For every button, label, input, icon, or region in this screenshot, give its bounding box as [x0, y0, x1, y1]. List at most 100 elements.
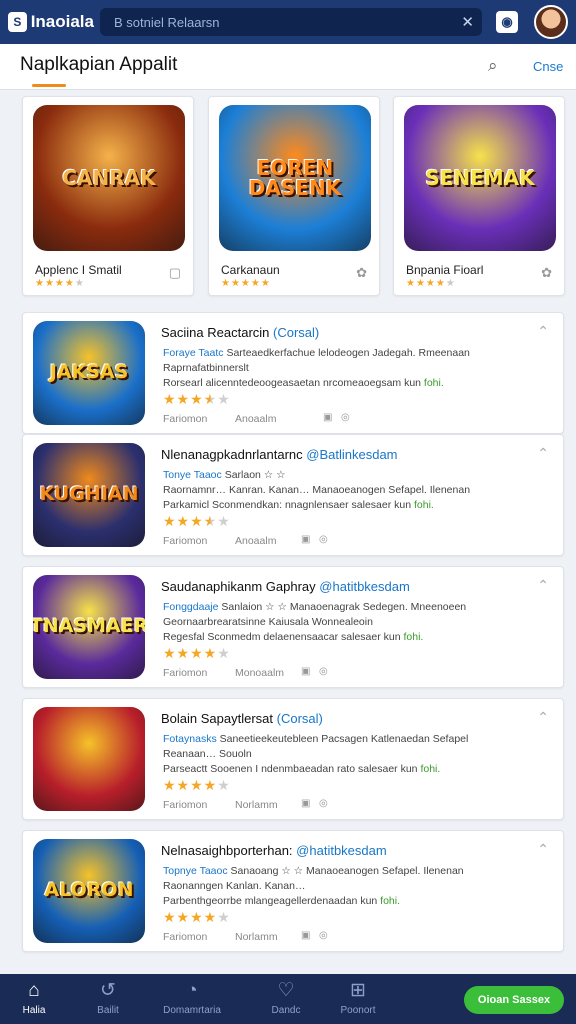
item-developer[interactable]: Fonggdaaje [163, 601, 218, 613]
item-line-2: Raprnafatbinnerslt [163, 362, 249, 374]
featured-art-label: EOREN DASENK [248, 156, 342, 200]
nav-report[interactable]: ⊞ Poonort [326, 980, 390, 1016]
item-line-3-text: Parbenthgeorrbe mlangeagellerdenaadan ku… [163, 895, 378, 907]
camera-icon[interactable]: ◉ [496, 11, 518, 33]
app-logo-icon: S [8, 12, 27, 32]
info-icon[interactable]: ◎ [341, 412, 350, 423]
item-tag[interactable]: @Batlinkesdam [306, 447, 397, 462]
item-meta-2: Anoaalm [235, 413, 277, 425]
item-tag[interactable]: @hatitbkesdam [319, 579, 410, 594]
share-icon[interactable]: ✿ [541, 265, 552, 281]
item-rating: ★★★★★ [163, 645, 231, 661]
search-placeholder: B sotniel Relaarsn [114, 14, 220, 30]
featured-art: CANRAK [33, 105, 185, 251]
nav-label: Domamrtaria [163, 1005, 221, 1016]
info-icon[interactable]: ◎ [319, 534, 328, 545]
thumbnail-label: ALORON [44, 879, 134, 902]
list-item[interactable]: TNASMAER Saudanaphikanm Gaphray @hatitbk… [22, 566, 564, 688]
item-tag[interactable]: (Corsal) [277, 711, 323, 726]
list-item[interactable]: Bolain Sapaytlersat (Corsal) Fotaynasks … [22, 698, 564, 820]
featured-name: Carkanaun [221, 263, 280, 277]
item-tag[interactable]: @hatitbkesdam [296, 843, 387, 858]
item-line-3: Parseactt Sooenen I ndenmbaeadan rato sa… [163, 763, 440, 775]
item-line-1-text: Sarlaon ☆ ☆ [224, 469, 286, 481]
page-title: Naplkapian Appalit [20, 54, 178, 75]
thumbnail-label: KUGHIAN [39, 483, 139, 506]
nav-label: Dandc [271, 1005, 301, 1016]
featured-rating: ★★★★★ [221, 278, 271, 289]
bottom-navigation: ⌂ Halia ↺ Bailit ◔ Domamrtaria ♡ Dandc ⊞… [0, 974, 576, 1024]
item-developer[interactable]: Tonye Taaoc [163, 469, 222, 481]
list-item[interactable]: ALORON Nelnasaighbporterhan: @hatitbkesd… [22, 830, 564, 952]
avatar[interactable] [534, 5, 568, 39]
item-line-1: Fotaynasks Saneetieekeutebleen Pacsagen … [163, 733, 468, 745]
item-line-2: Raonanngen Kanlan. Kanan… [163, 880, 306, 892]
grid-icon: ⊞ [350, 980, 366, 1001]
item-thumbnail: KUGHIAN [33, 443, 145, 547]
info-icon[interactable]: ◎ [319, 666, 328, 677]
featured-card[interactable]: SENEMAK Bnpania Fioarl ★★★★★ ✿ [393, 96, 565, 296]
search-icon[interactable]: ⌕ [488, 56, 498, 76]
list-item[interactable]: KUGHIAN Nlenanagpkadnrlantarnc @Batlinke… [22, 434, 564, 556]
item-rating: ★★★★★ [163, 391, 231, 407]
item-thumbnail: ALORON [33, 839, 145, 943]
item-meta-1: Fariomon [163, 931, 208, 943]
item-thumbnail [33, 707, 145, 811]
featured-card[interactable]: CANRAK Applenc I Smatil ★★★★★ ▢ [22, 96, 194, 296]
featured-art: SENEMAK [404, 105, 556, 251]
item-developer[interactable]: Foraye Taatc [163, 347, 224, 359]
close-button[interactable]: Cnse [533, 59, 563, 74]
brand[interactable]: S Inaoiala [8, 12, 94, 32]
clear-search-icon[interactable]: ✕ [461, 13, 474, 31]
chevron-up-icon[interactable]: ⌃ [537, 841, 549, 858]
item-line-3-link[interactable]: fohi. [414, 499, 434, 511]
item-line-3-link[interactable]: fohi. [424, 377, 444, 389]
featured-card[interactable]: EOREN DASENK Carkanaun ★★★★★ ✿ [208, 96, 380, 296]
item-tag[interactable]: (Corsal) [273, 325, 319, 340]
item-meta-1: Fariomon [163, 535, 208, 547]
brand-name: Inaoiala [30, 12, 94, 31]
featured-name: Bnpania Fioarl [406, 263, 484, 277]
featured-name: Applenc I Smatil [35, 263, 122, 277]
item-line-3-link[interactable]: fohi. [403, 631, 423, 643]
search-input[interactable]: B sotniel Relaarsn ✕ [100, 8, 482, 36]
nav-home[interactable]: ⌂ Halia [2, 980, 66, 1016]
nav-favorites[interactable]: ♡ Dandc [254, 980, 318, 1016]
chevron-up-icon[interactable]: ⌃ [537, 445, 549, 462]
item-meta-1: Fariomon [163, 413, 208, 425]
item-meta-1: Fariomon [163, 667, 208, 679]
item-line-3-link[interactable]: fohi. [380, 895, 400, 907]
image-icon[interactable]: ▣ [323, 412, 332, 423]
nav-history[interactable]: ↺ Bailit [76, 980, 140, 1016]
item-developer[interactable]: Topnye Taaoc [163, 865, 228, 877]
list-item[interactable]: JAKSAS Saciina Reactarcin (Corsal) Foray… [22, 312, 564, 434]
nav-label: Halia [22, 1005, 46, 1016]
bookmark-icon[interactable]: ▢ [169, 265, 181, 281]
image-icon[interactable]: ▣ [301, 798, 310, 809]
info-icon[interactable]: ◎ [319, 798, 328, 809]
item-meta-2: Norlamm [235, 799, 278, 811]
item-rating: ★★★★★ [163, 777, 231, 793]
image-icon[interactable]: ▣ [301, 666, 310, 677]
item-line-3: Parkamicl Sconmendkan: nnagnlensaer sale… [163, 499, 434, 511]
item-line-3-text: Rorsearl alicenntedeoogeasaetan nrcomeao… [163, 377, 421, 389]
share-icon[interactable]: ✿ [356, 265, 367, 281]
image-icon[interactable]: ▣ [301, 534, 310, 545]
featured-art: EOREN DASENK [219, 105, 371, 251]
thumbnail-label: TNASMAER [33, 615, 145, 638]
item-line-3-link[interactable]: fohi. [420, 763, 440, 775]
thumbnail-label: JAKSAS [49, 361, 129, 384]
cta-button[interactable]: Oioan Sassex [464, 986, 564, 1014]
info-icon[interactable]: ◎ [319, 930, 328, 941]
title-underline [32, 84, 66, 87]
chevron-up-icon[interactable]: ⌃ [537, 709, 549, 726]
item-line-1: Topnye Taaoc Sanaoang ☆ ☆ Manaoeanogen S… [163, 865, 464, 877]
nav-label: Bailit [97, 1005, 119, 1016]
chevron-up-icon[interactable]: ⌃ [537, 323, 549, 340]
item-developer[interactable]: Fotaynasks [163, 733, 217, 745]
image-icon[interactable]: ▣ [301, 930, 310, 941]
nav-discover[interactable]: ◔ Domamrtaria [160, 980, 224, 1016]
item-meta-1: Fariomon [163, 799, 208, 811]
chevron-up-icon[interactable]: ⌃ [537, 577, 549, 594]
item-line-3: Parbenthgeorrbe mlangeagellerdenaadan ku… [163, 895, 400, 907]
